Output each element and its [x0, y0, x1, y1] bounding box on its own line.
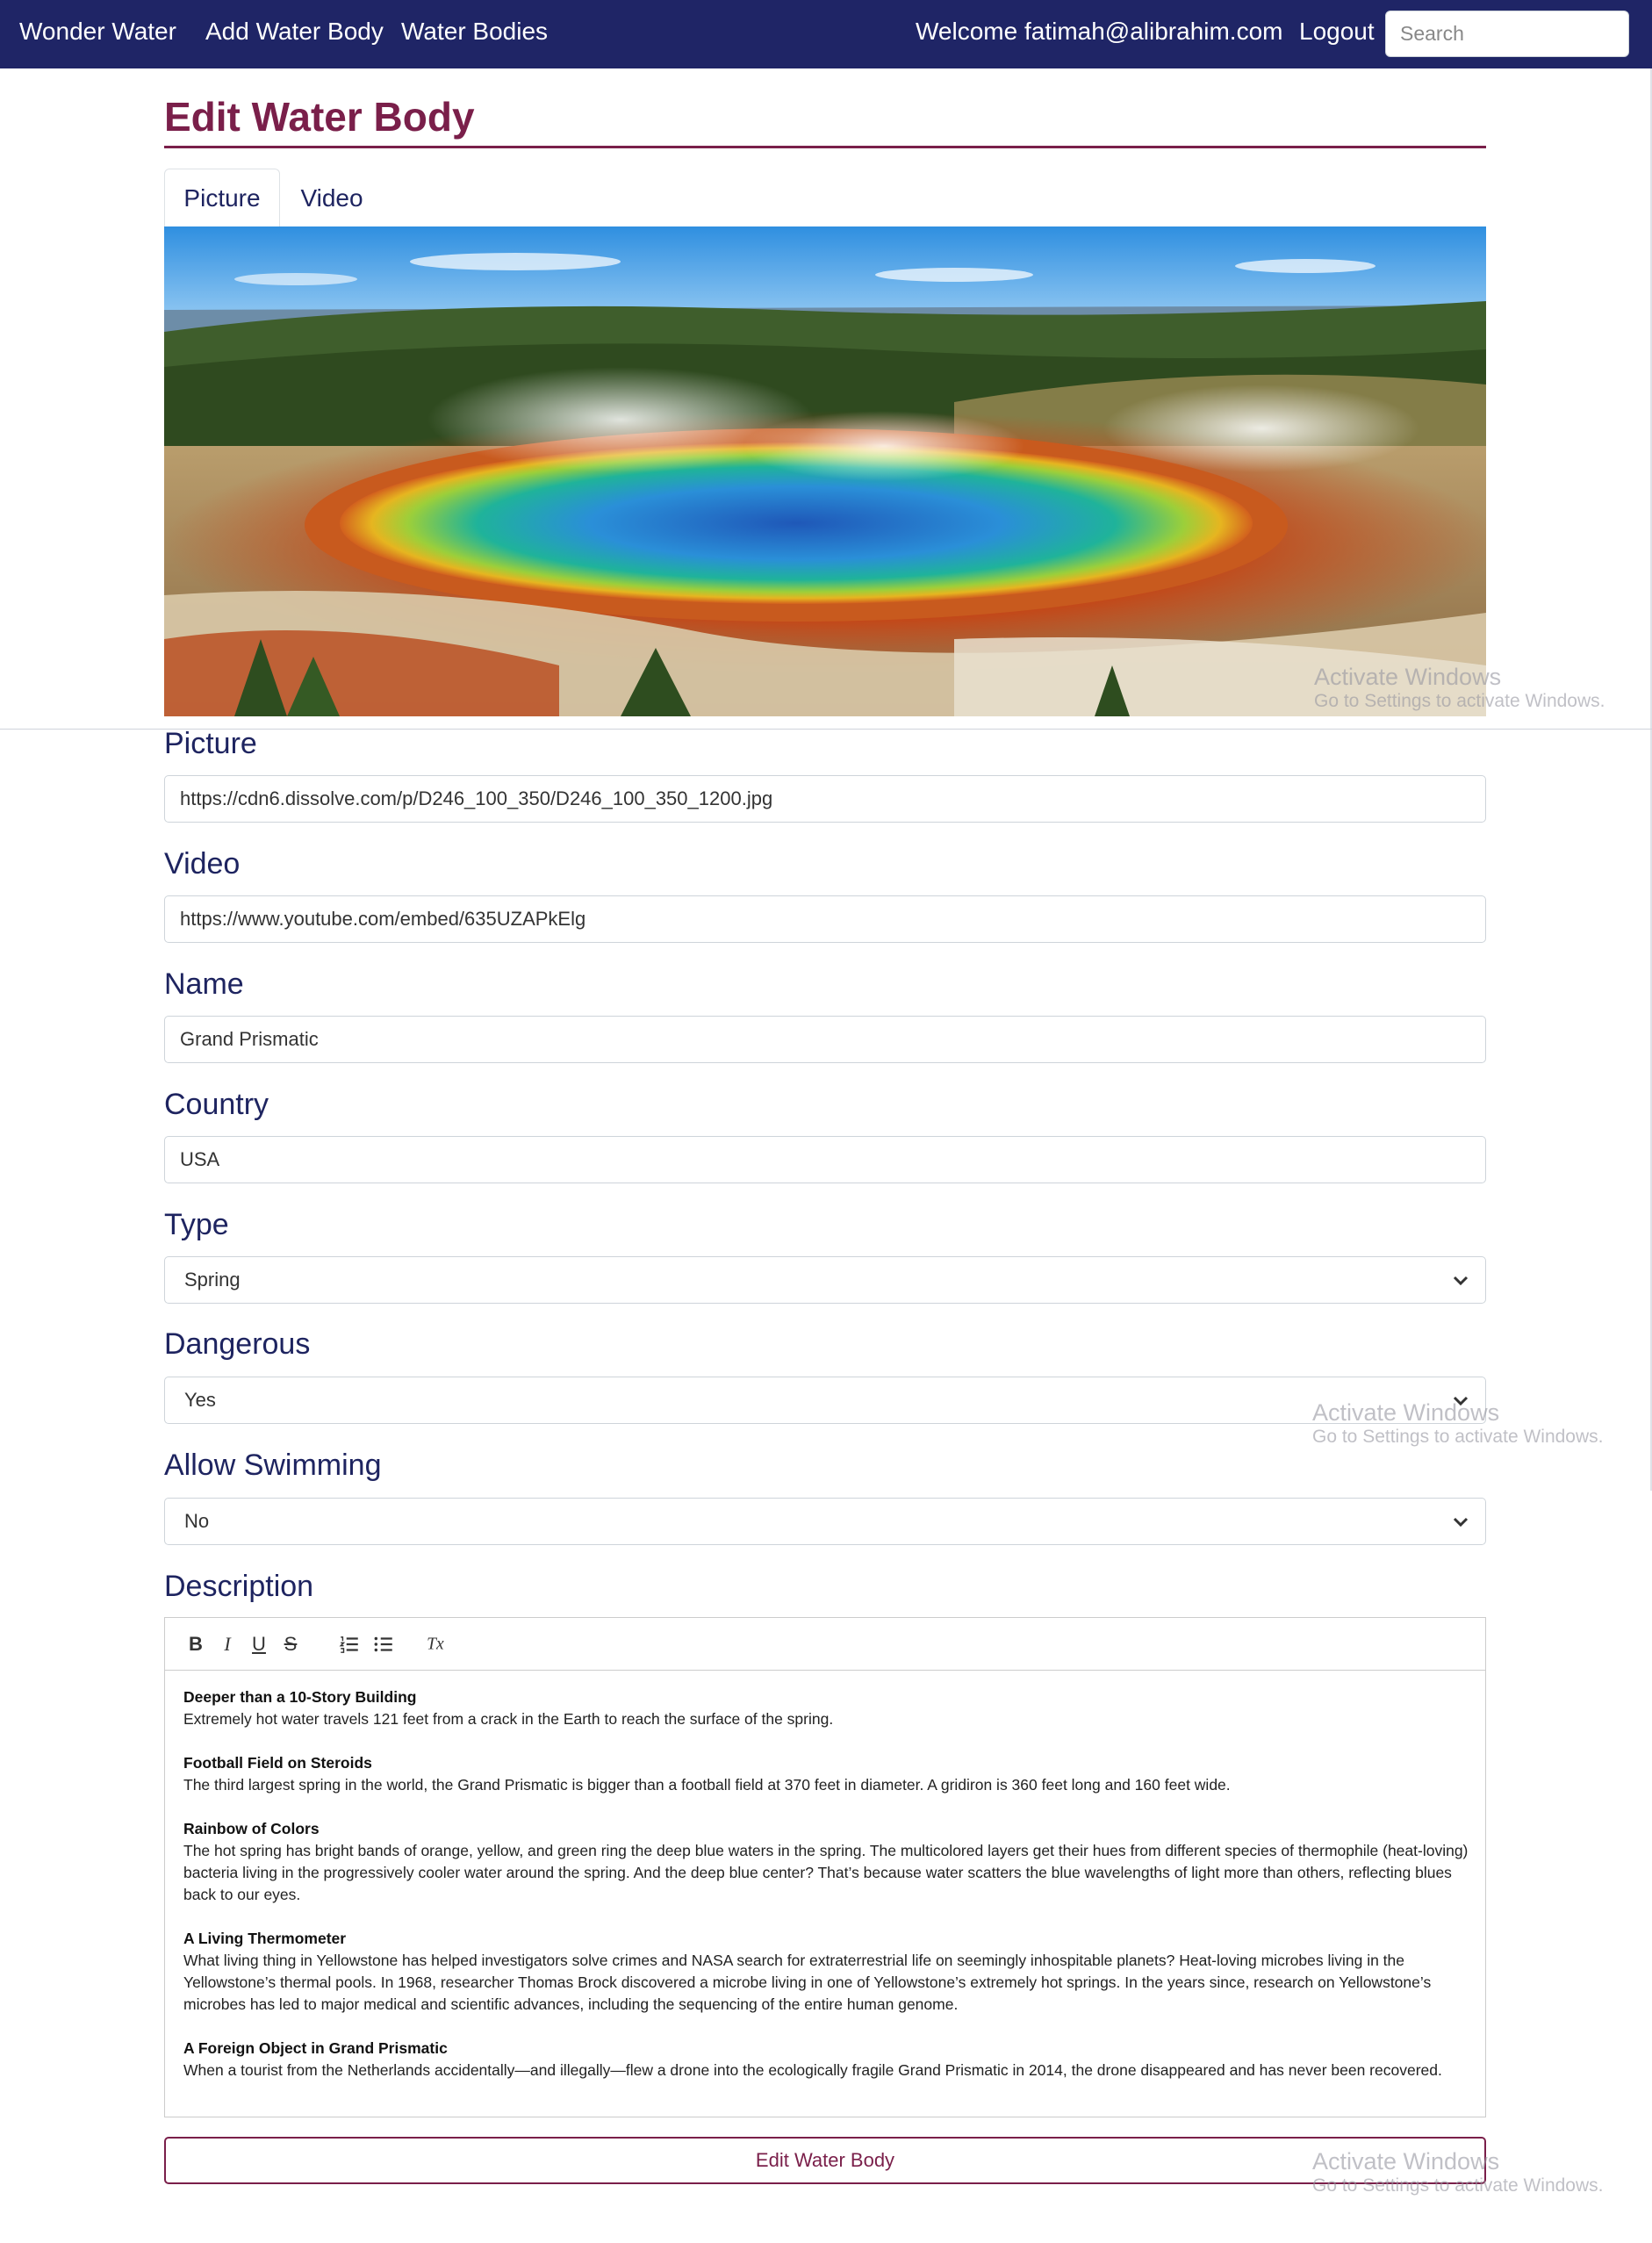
type-label: Type — [164, 1208, 229, 1241]
bullet-list-icon — [374, 1636, 392, 1652]
editor-content[interactable]: Deeper than a 10-Story Building Extremel… — [183, 1686, 1469, 2103]
page-title: Edit Water Body — [164, 94, 475, 140]
brand-link[interactable]: Wonder Water — [19, 18, 176, 46]
section-heading: A Foreign Object in Grand Prismatic — [183, 2039, 448, 2057]
edit-water-body-button[interactable]: Edit Water Body — [164, 2137, 1486, 2184]
description-section: A Living Thermometer What living thing i… — [183, 1928, 1469, 2016]
description-section: Rainbow of Colors The hot spring has bri… — [183, 1818, 1469, 1906]
section-body: Extremely hot water travels 121 feet fro… — [183, 1710, 834, 1728]
type-selected-value: Spring — [184, 1269, 241, 1290]
section-heading: A Living Thermometer — [183, 1930, 347, 1947]
section-body: When a tourist from the Netherlands acci… — [183, 2061, 1442, 2079]
add-water-body-link[interactable]: Add Water Body — [205, 18, 384, 46]
video-label: Video — [164, 847, 241, 881]
name-label: Name — [164, 967, 244, 1001]
water-bodies-link[interactable]: Water Bodies — [401, 18, 548, 46]
italic-button[interactable]: I — [214, 1631, 241, 1657]
dangerous-select[interactable]: Yes — [164, 1377, 1486, 1424]
dangerous-selected-value: Yes — [184, 1389, 216, 1411]
description-section: Deeper than a 10-Story Building Extremel… — [183, 1686, 1469, 1730]
allow-swimming-selected-value: No — [184, 1510, 210, 1532]
title-divider — [164, 146, 1486, 148]
allow-swimming-label: Allow Swimming — [164, 1449, 382, 1482]
section-heading: Rainbow of Colors — [183, 1820, 320, 1837]
media-tabs: Picture Video — [164, 169, 1486, 227]
description-section: Football Field on Steroids The third lar… — [183, 1752, 1469, 1796]
tab-picture[interactable]: Picture — [164, 169, 280, 227]
watermark-subtitle: Go to Settings to activate Windows. — [1312, 1427, 1604, 1447]
country-label: Country — [164, 1088, 269, 1121]
tab-video[interactable]: Video — [280, 169, 384, 227]
ordered-list-button[interactable] — [336, 1631, 363, 1657]
picture-label: Picture — [164, 727, 257, 760]
top-navbar: Wonder Water Add Water Body Water Bodies… — [0, 0, 1652, 68]
logout-link[interactable]: Logout — [1299, 18, 1375, 46]
chevron-down-icon — [1453, 1517, 1469, 1528]
search-input[interactable] — [1385, 11, 1629, 57]
ordered-list-icon — [339, 1636, 358, 1653]
strikethrough-button[interactable]: S — [277, 1631, 304, 1657]
name-field[interactable]: Grand Prismatic — [164, 1016, 1486, 1063]
chevron-down-icon — [1453, 1276, 1469, 1286]
water-body-picture — [164, 226, 1486, 716]
bold-button[interactable]: B — [183, 1631, 209, 1657]
allow-swimming-select[interactable]: No — [164, 1498, 1486, 1545]
description-label: Description — [164, 1570, 314, 1603]
video-url-field[interactable]: https://www.youtube.com/embed/635UZAPkEl… — [164, 895, 1486, 943]
clear-format-button[interactable]: Tx — [423, 1631, 449, 1657]
section-heading: Deeper than a 10-Story Building — [183, 1688, 417, 1706]
welcome-text: Welcome fatimah@alibrahim.com — [916, 18, 1283, 45]
country-field[interactable]: USA — [164, 1136, 1486, 1183]
picture-url-field[interactable]: https://cdn6.dissolve.com/p/D246_100_350… — [164, 775, 1486, 823]
editor-toolbar: B I U S Tx — [165, 1618, 1485, 1671]
clear-format-icon: Tx — [427, 1635, 444, 1653]
type-select[interactable]: Spring — [164, 1256, 1486, 1304]
svg-text:Tx: Tx — [427, 1635, 444, 1653]
dangerous-label: Dangerous — [164, 1327, 311, 1361]
description-section: A Foreign Object in Grand Prismatic When… — [183, 2038, 1469, 2081]
underline-button[interactable]: U — [246, 1631, 272, 1657]
section-body: The hot spring has bright bands of orang… — [183, 1842, 1469, 1903]
chevron-down-icon — [1453, 1396, 1469, 1406]
section-heading: Football Field on Steroids — [183, 1754, 372, 1772]
bullet-list-button[interactable] — [370, 1631, 397, 1657]
section-body: The third largest spring in the world, t… — [183, 1776, 1231, 1794]
description-editor[interactable]: B I U S Tx Deeper than a 10-Story Buildi… — [164, 1617, 1486, 2117]
section-body: What living thing in Yellowstone has hel… — [183, 1952, 1432, 2013]
